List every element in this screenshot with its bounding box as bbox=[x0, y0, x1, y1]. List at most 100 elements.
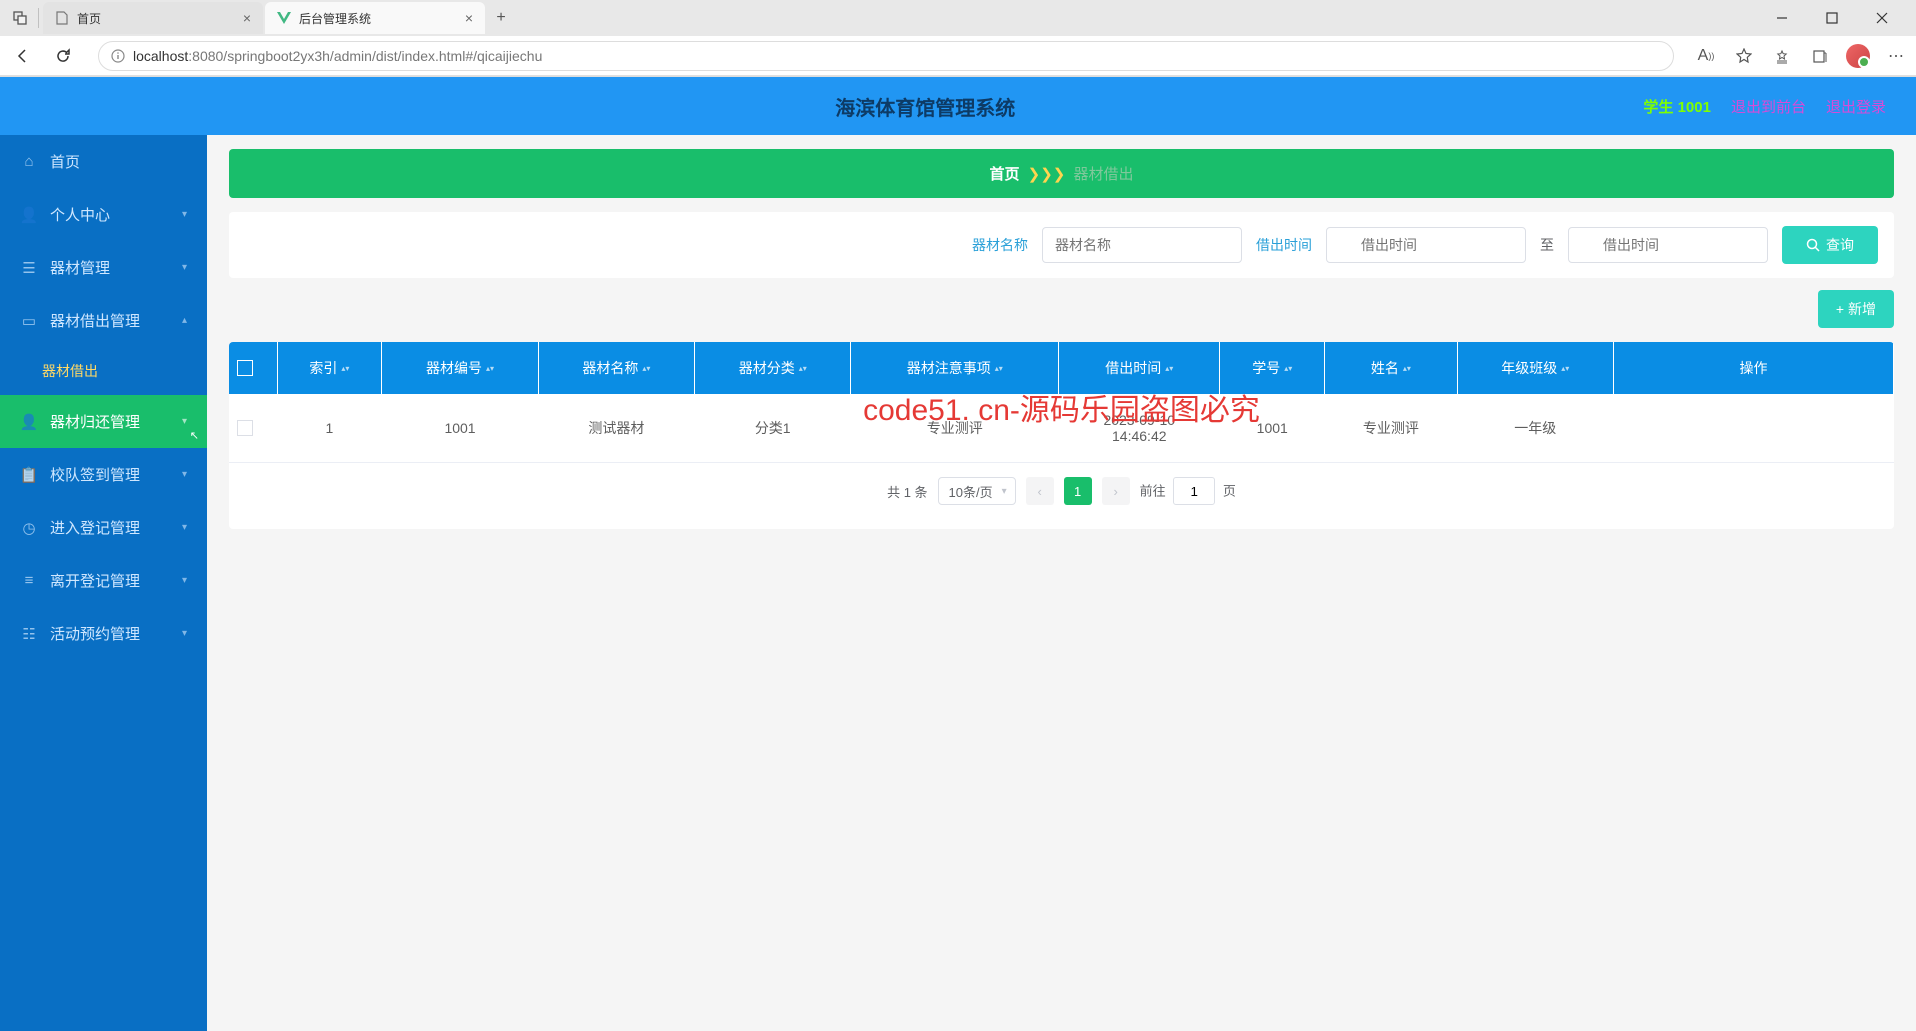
read-aloud-icon[interactable]: A)) bbox=[1694, 44, 1718, 68]
collections-icon[interactable] bbox=[1808, 44, 1832, 68]
info-icon bbox=[111, 49, 125, 63]
bars-icon: ☰ bbox=[20, 259, 38, 277]
layout: ⌂ 首页 👤 个人中心 ▾ ☰ 器材管理 ▾ ▭ 器材借出管理 ▴ 器材借出 👤… bbox=[0, 135, 1916, 1031]
toolbar: + 新增 bbox=[229, 290, 1894, 328]
col-sname[interactable]: 姓名▴▾ bbox=[1325, 342, 1457, 394]
browser-tab-admin[interactable]: 后台管理系统 × bbox=[265, 2, 485, 34]
url-box[interactable]: localhost:8080/springboot2yx3h/admin/dis… bbox=[98, 41, 1674, 71]
sidebar-item-activity[interactable]: ☷ 活动预约管理 ▾ bbox=[0, 607, 207, 660]
col-index[interactable]: 索引▴▾ bbox=[277, 342, 382, 394]
app-title: 海滨体育馆管理系统 bbox=[207, 92, 1643, 121]
sort-icon: ▴▾ bbox=[486, 366, 494, 372]
chevron-down-icon: ▾ bbox=[182, 522, 187, 533]
close-icon[interactable]: × bbox=[243, 10, 251, 26]
add-button[interactable]: + 新增 bbox=[1818, 290, 1894, 328]
arrow-icon: ❯❯❯ bbox=[1028, 166, 1066, 183]
minimize-button[interactable] bbox=[1766, 4, 1798, 32]
separator bbox=[38, 8, 39, 28]
exit-to-front[interactable]: 退出到前台 bbox=[1731, 96, 1806, 117]
user-icon: 👤 bbox=[20, 413, 38, 431]
close-icon[interactable]: × bbox=[465, 10, 473, 26]
sidebar-item-checkin[interactable]: 📋 校队签到管理 ▾ bbox=[0, 448, 207, 501]
cell-time: 2023-09-1014:46:42 bbox=[1059, 394, 1220, 463]
browser-tab-home[interactable]: 首页 × bbox=[43, 2, 263, 34]
search-bar: 器材名称 借出时间 📅 至 📅 查询 bbox=[229, 212, 1894, 278]
sidebar-sub-lend[interactable]: 器材借出 bbox=[0, 347, 207, 395]
header-right: 学生 1001 退出到前台 退出登录 bbox=[1643, 96, 1916, 117]
col-sid[interactable]: 学号▴▾ bbox=[1220, 342, 1325, 394]
search-name-input[interactable] bbox=[1042, 227, 1242, 263]
cell-name: 测试器材 bbox=[538, 394, 694, 463]
page-jump-input[interactable] bbox=[1173, 477, 1215, 505]
sort-icon: ▴▾ bbox=[1284, 366, 1292, 372]
breadcrumb-current: 器材借出 bbox=[1074, 166, 1134, 183]
menu-label: 校队签到管理 bbox=[50, 464, 140, 485]
search-date-to[interactable] bbox=[1568, 227, 1768, 263]
cell-actions bbox=[1614, 394, 1894, 463]
list-icon: ≡ bbox=[20, 572, 38, 590]
back-button[interactable] bbox=[8, 41, 38, 71]
address-bar: localhost:8080/springboot2yx3h/admin/dis… bbox=[0, 36, 1916, 76]
search-name-label: 器材名称 bbox=[972, 235, 1028, 255]
prev-page-button[interactable]: ‹ bbox=[1026, 477, 1054, 505]
col-note[interactable]: 器材注意事项▴▾ bbox=[851, 342, 1059, 394]
col-code[interactable]: 器材编号▴▾ bbox=[382, 342, 538, 394]
tab-title: 后台管理系统 bbox=[299, 10, 371, 27]
more-icon[interactable]: ⋯ bbox=[1884, 44, 1908, 68]
select-all-checkbox[interactable] bbox=[237, 360, 253, 376]
col-name[interactable]: 器材名称▴▾ bbox=[538, 342, 694, 394]
clipboard-icon: 📋 bbox=[20, 466, 38, 484]
cell-grade: 一年级 bbox=[1457, 394, 1613, 463]
sidebar-item-home[interactable]: ⌂ 首页 bbox=[0, 135, 207, 188]
next-page-button[interactable]: › bbox=[1102, 477, 1130, 505]
col-time[interactable]: 借出时间▴▾ bbox=[1059, 342, 1220, 394]
sort-icon: ▴▾ bbox=[341, 366, 349, 372]
exit-login[interactable]: 退出登录 bbox=[1826, 96, 1886, 117]
chevron-down-icon: ▾ bbox=[182, 416, 187, 427]
cell-note: 专业测评 bbox=[851, 394, 1059, 463]
col-category[interactable]: 器材分类▴▾ bbox=[695, 342, 851, 394]
chevron-up-icon: ▴ bbox=[182, 315, 187, 326]
cell-category: 分类1 bbox=[695, 394, 851, 463]
breadcrumb-home[interactable]: 首页 bbox=[989, 166, 1019, 183]
profile-avatar[interactable] bbox=[1846, 44, 1870, 68]
chevron-down-icon: ▾ bbox=[182, 628, 187, 639]
sidebar-item-equipment[interactable]: ☰ 器材管理 ▾ bbox=[0, 241, 207, 294]
page-size-select[interactable]: 10条/页 bbox=[938, 477, 1016, 505]
sidebar-item-entry[interactable]: ◷ 进入登记管理 ▾ bbox=[0, 501, 207, 554]
new-tab-button[interactable]: + bbox=[487, 4, 515, 32]
cursor-icon: ↖ bbox=[190, 429, 199, 442]
favorites-bar-icon[interactable] bbox=[1770, 44, 1794, 68]
content: 首页 ❯❯❯ 器材借出 器材名称 借出时间 📅 至 📅 查询 + bbox=[207, 135, 1916, 1031]
menu-label: 离开登记管理 bbox=[50, 570, 140, 591]
window-controls bbox=[1766, 4, 1910, 32]
user-tag: 学生 1001 bbox=[1643, 96, 1711, 117]
table-header-row: 索引▴▾ 器材编号▴▾ 器材名称▴▾ 器材分类▴▾ 器材注意事项▴▾ 借出时间▴… bbox=[229, 342, 1894, 394]
search-date-from[interactable] bbox=[1326, 227, 1526, 263]
tab-actions-icon[interactable] bbox=[6, 4, 34, 32]
app-header: 海滨体育馆管理系统 学生 1001 退出到前台 退出登录 bbox=[0, 77, 1916, 135]
favorite-icon[interactable] bbox=[1732, 44, 1756, 68]
maximize-button[interactable] bbox=[1816, 4, 1848, 32]
col-grade[interactable]: 年级班级▴▾ bbox=[1457, 342, 1613, 394]
chevron-down-icon: ▾ bbox=[182, 575, 187, 586]
refresh-button[interactable] bbox=[48, 41, 78, 71]
close-window-button[interactable] bbox=[1866, 4, 1898, 32]
sidebar-item-leave[interactable]: ≡ 离开登记管理 ▾ bbox=[0, 554, 207, 607]
row-checkbox[interactable] bbox=[237, 420, 253, 436]
sort-icon: ▴▾ bbox=[995, 366, 1003, 372]
clock-icon: ◷ bbox=[20, 519, 38, 537]
page-1[interactable]: 1 bbox=[1064, 477, 1092, 505]
search-button[interactable]: 查询 bbox=[1782, 226, 1878, 264]
tab-title: 首页 bbox=[77, 10, 101, 27]
monitor-icon: ▭ bbox=[20, 312, 38, 330]
browser-chrome: 首页 × 后台管理系统 × + localhost:8080/springboo… bbox=[0, 0, 1916, 77]
table: 索引▴▾ 器材编号▴▾ 器材名称▴▾ 器材分类▴▾ 器材注意事项▴▾ 借出时间▴… bbox=[229, 342, 1894, 529]
sort-icon: ▴▾ bbox=[1403, 366, 1411, 372]
sidebar-item-profile[interactable]: 👤 个人中心 ▾ bbox=[0, 188, 207, 241]
pagination: 共 1 条 10条/页 ‹ 1 › 前往 页 bbox=[229, 463, 1894, 529]
sidebar-item-return[interactable]: 👤 器材归还管理 ▾ ↖ bbox=[0, 395, 207, 448]
vue-icon bbox=[277, 11, 291, 25]
sidebar-item-lend[interactable]: ▭ 器材借出管理 ▴ bbox=[0, 294, 207, 347]
menu-label: 进入登记管理 bbox=[50, 517, 140, 538]
